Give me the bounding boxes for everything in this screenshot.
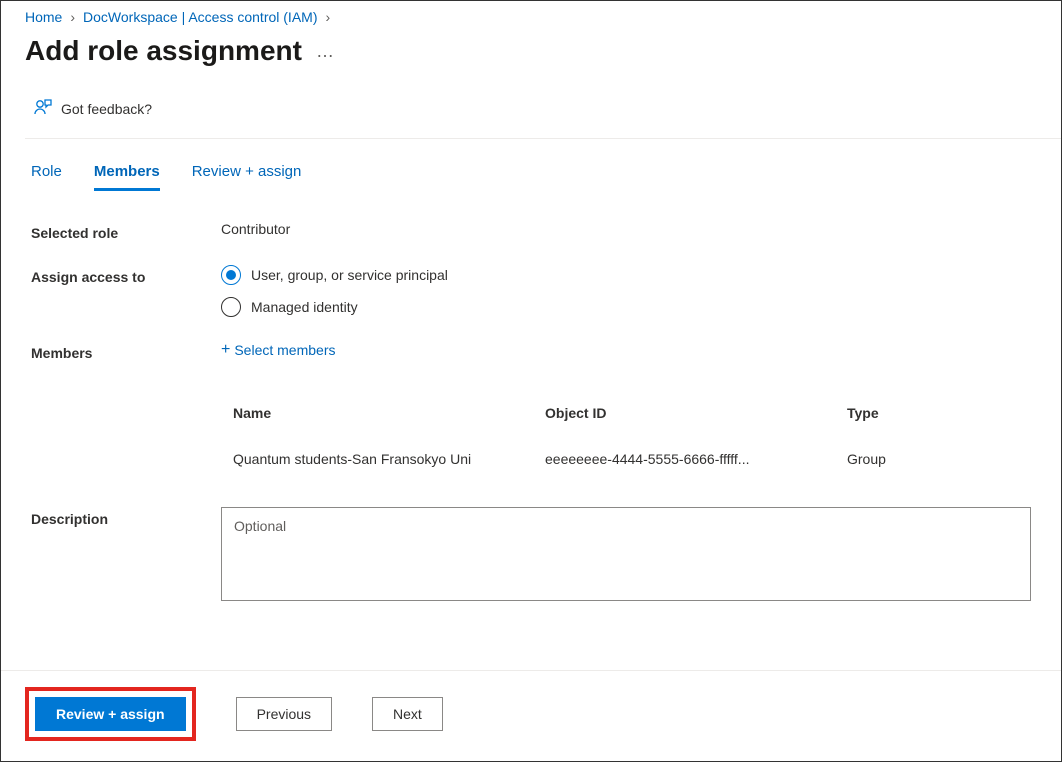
review-assign-button[interactable]: Review + assign	[35, 697, 186, 731]
radio-managed-label: Managed identity	[251, 299, 358, 315]
members-table: Name Object ID Type Quantum students-San…	[221, 389, 1031, 483]
col-header-object-id: Object ID	[535, 391, 835, 435]
radio-user-group-sp[interactable]: User, group, or service principal	[221, 265, 1031, 285]
table-row[interactable]: Quantum students-San Fransokyo Uni eeeee…	[223, 437, 1029, 481]
tab-role[interactable]: Role	[31, 163, 62, 191]
radio-user-label: User, group, or service principal	[251, 267, 448, 283]
cell-object-id: eeeeeeee-4444-5555-6666-fffff...	[535, 437, 835, 481]
cell-name: Quantum students-San Fransokyo Uni	[223, 437, 533, 481]
highlight-annotation: Review + assign	[25, 687, 196, 741]
label-description: Description	[31, 507, 221, 527]
breadcrumb-workspace[interactable]: DocWorkspace | Access control (IAM)	[83, 9, 317, 25]
row-selected-role: Selected role Contributor	[31, 221, 1031, 241]
select-members-link[interactable]: + Select members	[221, 341, 336, 359]
row-assign-access: Assign access to User, group, or service…	[31, 265, 1031, 317]
page-title: Add role assignment	[25, 35, 302, 67]
previous-button[interactable]: Previous	[236, 697, 332, 731]
assign-access-radio-group: User, group, or service principal Manage…	[221, 265, 1031, 317]
tab-members[interactable]: Members	[94, 163, 160, 191]
form-area: Selected role Contributor Assign access …	[1, 191, 1061, 604]
radio-unchecked-icon	[221, 297, 241, 317]
chevron-right-icon: ›	[70, 9, 75, 25]
tab-review-assign[interactable]: Review + assign	[192, 163, 302, 191]
tabs: Role Members Review + assign	[1, 139, 1061, 191]
row-members: Members + Select members Name Object ID …	[31, 341, 1031, 483]
page-title-row: Add role assignment …	[1, 29, 1061, 81]
label-members: Members	[31, 341, 221, 361]
feedback-link[interactable]: Got feedback?	[1, 81, 1061, 138]
breadcrumb: Home › DocWorkspace | Access control (IA…	[1, 1, 1061, 29]
feedback-icon	[33, 97, 53, 120]
radio-managed-identity[interactable]: Managed identity	[221, 297, 1031, 317]
chevron-right-icon: ›	[325, 9, 330, 25]
col-header-type: Type	[837, 391, 1029, 435]
label-assign-access: Assign access to	[31, 265, 221, 285]
description-input[interactable]	[221, 507, 1031, 601]
cell-type: Group	[837, 437, 1029, 481]
feedback-label: Got feedback?	[61, 101, 152, 117]
value-selected-role: Contributor	[221, 221, 1031, 237]
footer: Review + assign Previous Next	[1, 670, 1061, 761]
col-header-name: Name	[223, 391, 533, 435]
more-actions-icon[interactable]: …	[316, 41, 335, 62]
row-description: Description	[31, 507, 1031, 604]
label-selected-role: Selected role	[31, 221, 221, 241]
next-button[interactable]: Next	[372, 697, 443, 731]
plus-icon: +	[221, 341, 230, 359]
select-members-label: Select members	[234, 342, 335, 358]
breadcrumb-home[interactable]: Home	[25, 9, 62, 25]
radio-checked-icon	[221, 265, 241, 285]
